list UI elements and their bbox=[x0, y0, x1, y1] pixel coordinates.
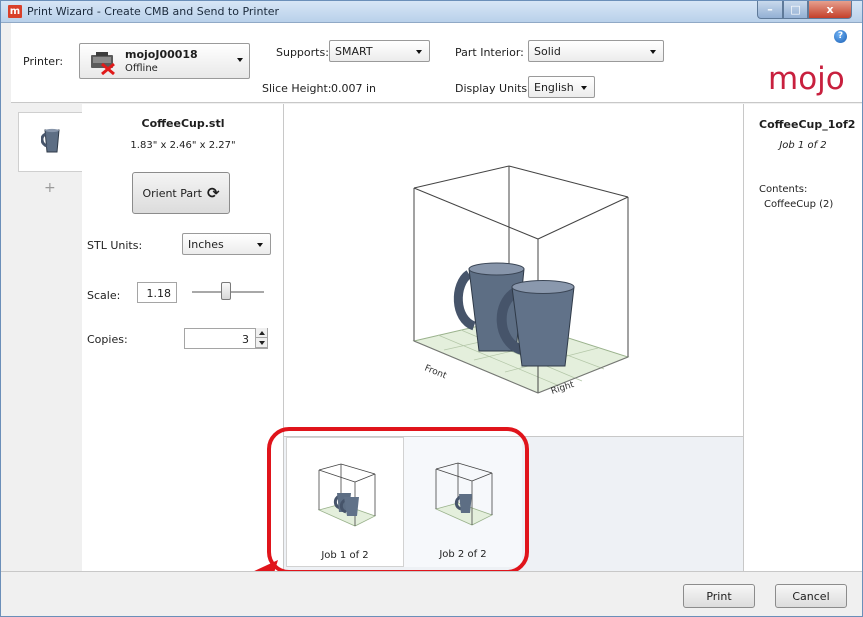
copies-increment-button[interactable] bbox=[256, 328, 267, 338]
display-units-value: English bbox=[534, 81, 574, 94]
printer-select[interactable]: mojoJ00018 Offline bbox=[79, 43, 250, 79]
window-title: Print Wizard - Create CMB and Send to Pr… bbox=[27, 5, 280, 18]
supports-select[interactable]: SMART bbox=[329, 40, 430, 62]
maximize-button[interactable]: □ bbox=[783, 1, 808, 19]
print-wizard-window: m Print Wizard - Create CMB and Send to … bbox=[0, 0, 863, 617]
title-bar[interactable]: m Print Wizard - Create CMB and Send to … bbox=[1, 1, 862, 23]
arrow-up-icon bbox=[258, 330, 265, 335]
scale-slider-thumb[interactable] bbox=[221, 282, 231, 300]
printer-label: Printer: bbox=[23, 55, 64, 68]
copies-label: Copies: bbox=[87, 333, 128, 346]
part-interior-select[interactable]: Solid bbox=[528, 40, 664, 62]
printer-name: mojoJ00018 bbox=[125, 48, 198, 61]
scale-value: 1.18 bbox=[146, 287, 172, 300]
supports-label: Supports: bbox=[276, 46, 329, 59]
cancel-button[interactable]: Cancel bbox=[775, 584, 847, 608]
job-name: CoffeeCup_1of2 bbox=[759, 118, 856, 131]
display-units-label: Display Units: bbox=[455, 82, 531, 95]
front-axis-label: Front bbox=[423, 364, 448, 382]
job-thumbnail-strip: Job 1 of 2 Job 2 of 2 bbox=[284, 437, 743, 571]
chevron-down-icon bbox=[650, 50, 656, 54]
part-file-name: CoffeeCup.stl bbox=[141, 117, 225, 130]
help-icon[interactable]: ? bbox=[834, 30, 847, 43]
part-tab-strip: + bbox=[11, 104, 82, 571]
settings-header: Printer: mojoJ00018 Offline Supports: SM… bbox=[11, 23, 862, 103]
chevron-down-icon bbox=[257, 243, 263, 247]
job-1-preview bbox=[317, 463, 377, 527]
scale-input[interactable]: 1.18 bbox=[137, 282, 177, 303]
part-tab-coffeecup[interactable] bbox=[18, 112, 82, 172]
stl-units-label: STL Units: bbox=[87, 239, 143, 252]
display-units-select[interactable]: English bbox=[528, 76, 595, 98]
slice-height-value: 0.007 in bbox=[331, 82, 377, 95]
arrow-down-icon bbox=[258, 340, 265, 345]
slice-height-label: Slice Height: bbox=[262, 82, 332, 95]
coffee-cup-thumbnail-icon bbox=[41, 128, 60, 153]
minimize-button[interactable]: – bbox=[757, 1, 783, 19]
part-dimensions: 1.83" x 2.46" x 2.27" bbox=[130, 140, 236, 151]
window-controls: – □ x bbox=[757, 1, 852, 20]
job-thumbnail-2[interactable]: Job 2 of 2 bbox=[404, 437, 522, 567]
close-button[interactable]: x bbox=[808, 1, 852, 19]
printer-status: Offline bbox=[125, 63, 158, 74]
copies-decrement-button[interactable] bbox=[256, 338, 267, 348]
add-part-tab[interactable]: + bbox=[44, 180, 56, 196]
part-settings-panel: CoffeeCup.stl 1.83" x 2.46" x 2.27" Orie… bbox=[82, 104, 284, 571]
part-interior-label: Part Interior: bbox=[455, 46, 524, 59]
printer-offline-icon bbox=[91, 52, 115, 75]
app-logo-icon: m bbox=[8, 5, 22, 18]
build-volume-render: Front Right bbox=[412, 165, 630, 397]
job-2-label: Job 2 of 2 bbox=[439, 549, 487, 560]
stl-units-value: Inches bbox=[188, 238, 224, 251]
job-info-panel: CoffeeCup_1of2 Job 1 of 2 Contents: Coff… bbox=[743, 104, 862, 571]
chevron-down-icon bbox=[237, 58, 243, 62]
job-subtitle: Job 1 of 2 bbox=[779, 140, 827, 151]
footer-bar: Print Cancel bbox=[1, 571, 862, 616]
orient-part-label: Orient Part bbox=[142, 186, 202, 200]
chevron-down-icon bbox=[416, 50, 422, 54]
scale-label: Scale: bbox=[87, 289, 121, 302]
supports-value: SMART bbox=[335, 45, 373, 58]
job-2-preview bbox=[434, 462, 494, 526]
print-button[interactable]: Print bbox=[683, 584, 755, 608]
chevron-down-icon bbox=[581, 86, 587, 90]
orient-part-button[interactable]: Orient Part ⟳ bbox=[132, 172, 230, 214]
contents-label: Contents: bbox=[759, 184, 808, 195]
job-thumbnail-1[interactable]: Job 1 of 2 bbox=[286, 437, 404, 567]
rotate-icon: ⟳ bbox=[206, 184, 220, 202]
mojo-logo: mojo bbox=[768, 61, 845, 97]
part-interior-value: Solid bbox=[534, 45, 561, 58]
contents-item: CoffeeCup (2) bbox=[764, 199, 834, 210]
copies-stepper[interactable] bbox=[255, 328, 267, 349]
build-volume-viewport[interactable]: Front Right bbox=[284, 104, 743, 437]
stl-units-select[interactable]: Inches bbox=[182, 233, 271, 255]
copies-value: 3 bbox=[242, 333, 249, 346]
